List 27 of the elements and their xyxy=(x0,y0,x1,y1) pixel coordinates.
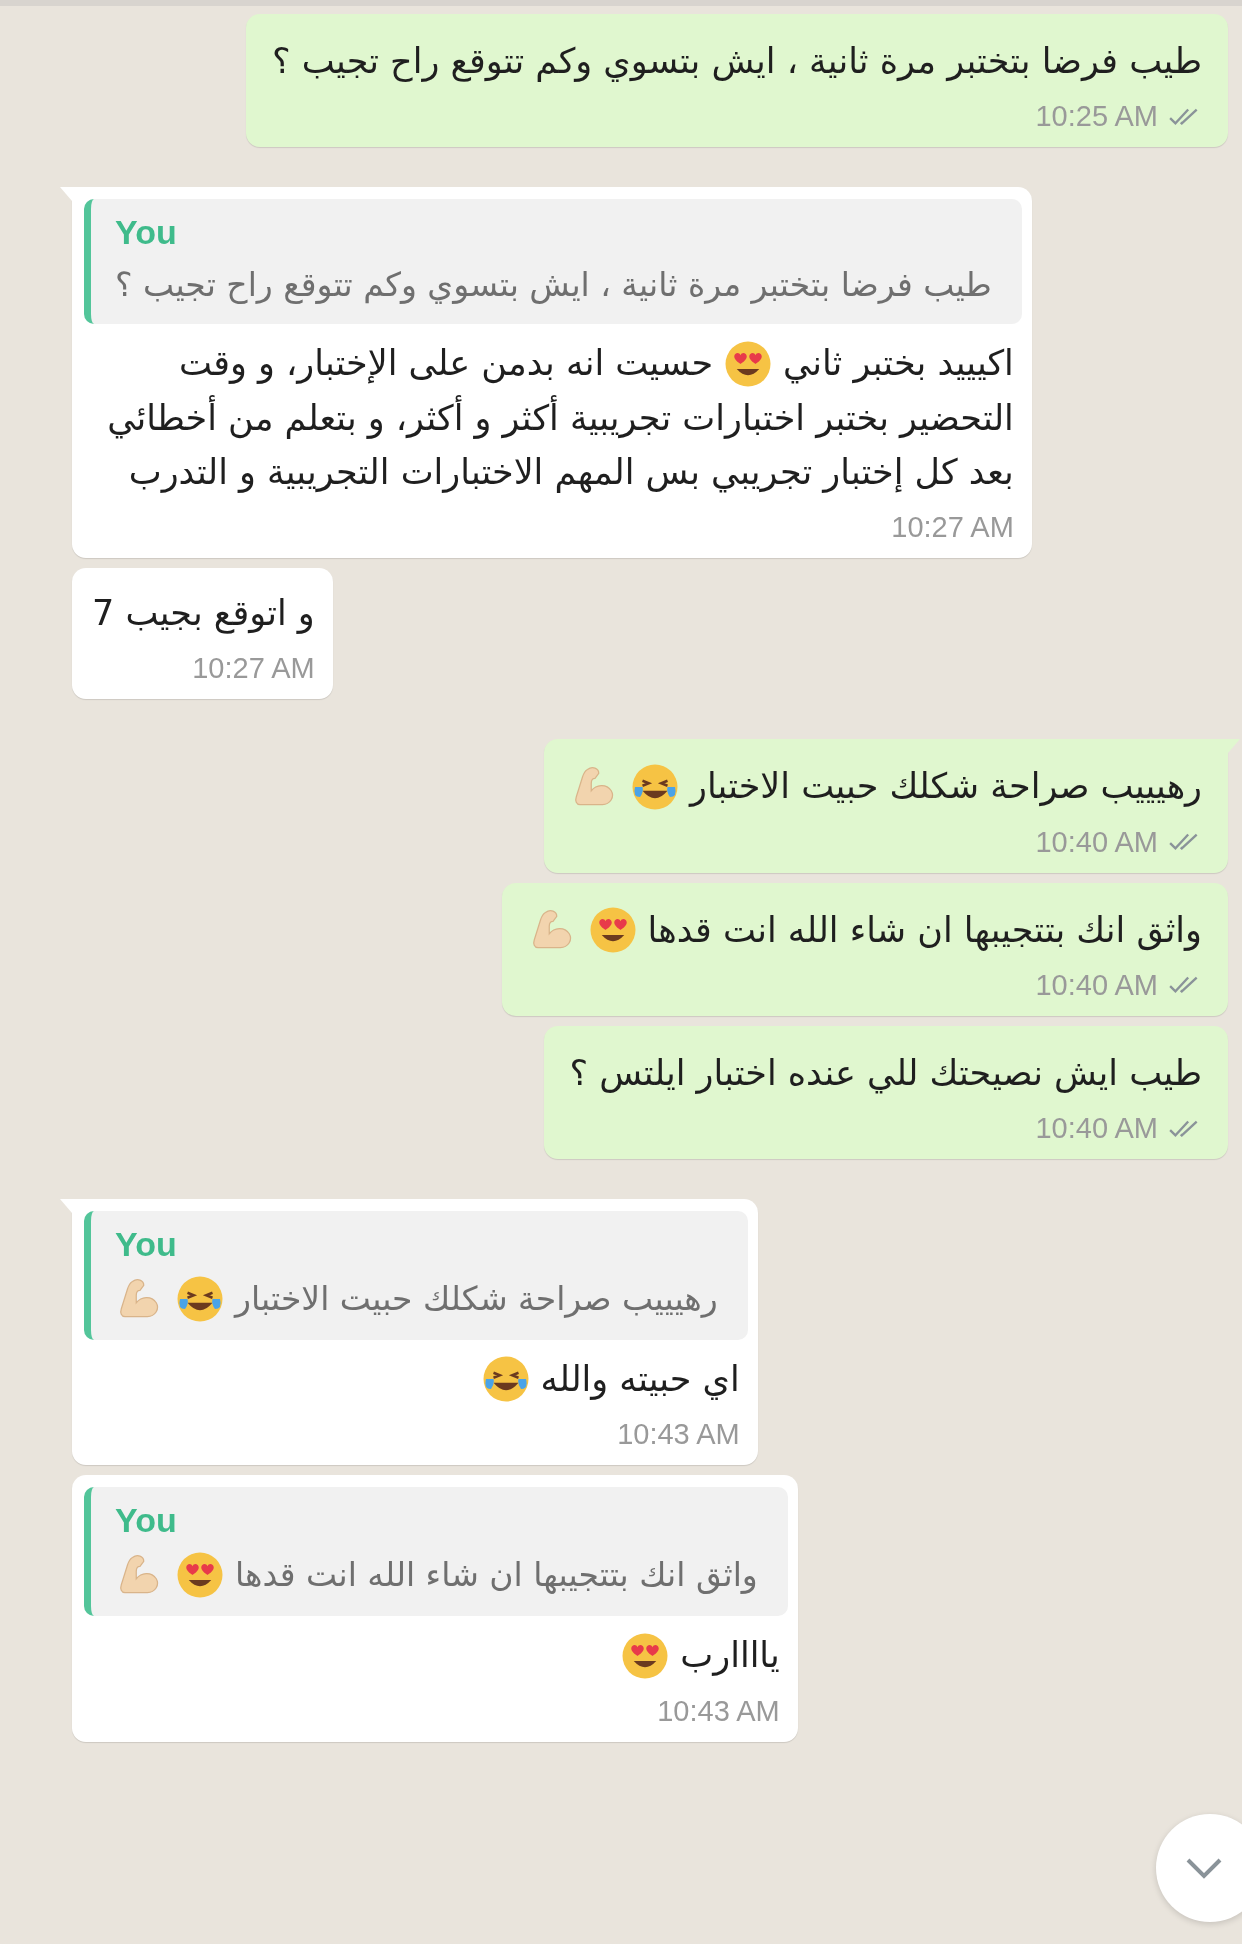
message-time: 10:25 AM xyxy=(1035,100,1158,134)
scroll-down-button[interactable] xyxy=(1156,1814,1242,1922)
quote-text: واثق انك بتتجيبها ان شاء الله انت قدها xyxy=(235,1554,758,1597)
quote-author: You xyxy=(115,1225,177,1265)
message-time: 10:40 AM xyxy=(1035,968,1158,1002)
message-time: 10:43 AM xyxy=(617,1418,740,1452)
quote-author: You xyxy=(115,213,177,253)
message-time: 10:27 AM xyxy=(192,652,315,686)
message-time: 10:40 AM xyxy=(1035,1112,1158,1146)
chevron-down-icon xyxy=(1184,1856,1224,1880)
message-text: واثق انك بتتجيبها ان شاء الله انت قدها xyxy=(647,908,1202,953)
message-time: 10:43 AM xyxy=(657,1694,780,1728)
message-text: اي حبيته والله xyxy=(540,1358,740,1402)
message-time: 10:40 AM xyxy=(1035,825,1158,859)
message-text: التحضير بختبر اختبارات تجريبية أكثر و أكثر، و بتعلم من أخطائي xyxy=(107,394,1014,441)
message-text: اكيييد بختبر ثاني xyxy=(783,342,1014,386)
message-text: حسيت انه بدمن على الإختبار، و وقت xyxy=(178,342,714,386)
message-time: 10:27 AM xyxy=(891,511,1014,545)
quote-author: You xyxy=(115,1501,177,1541)
message-text: طيب فرضا بتختبر مرة ثانية ، ايش بتسوي وكم تتوقع راح تجيب ؟ xyxy=(272,40,1202,84)
message-text: رهيييب صراحة شكلك حبيت الاختبار xyxy=(690,765,1202,809)
message-text: و اتوقع بجيب 7 xyxy=(92,592,315,636)
quote-text: طيب فرضا بتختبر مرة ثانية ، ايش بتسوي وكم تتوقع راح تجيب ؟ xyxy=(115,264,992,307)
quote-text: رهيييب صراحة شكلك حبيت الاختبار xyxy=(235,1278,718,1321)
message-text: طيب ايش نصيحتك للي عنده اختبار ايلتس ؟ xyxy=(569,1051,1202,1096)
message-text: بعد كل إختبار تجريبي بس المهم الاختبارات التجريبية و التدرب xyxy=(128,450,1014,495)
message-text: ياااارب xyxy=(680,1634,780,1678)
